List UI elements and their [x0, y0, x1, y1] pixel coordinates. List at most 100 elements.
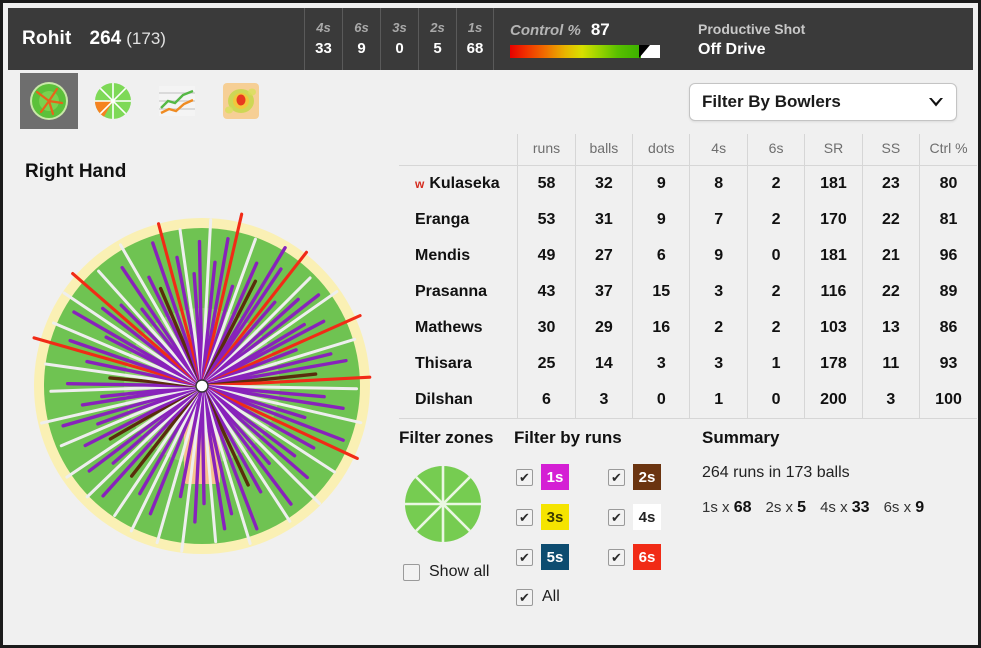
checkbox-2s[interactable]	[608, 468, 625, 486]
cell-sixes: 0	[746, 382, 805, 419]
stat-value: 68	[466, 39, 484, 57]
wicket-indicator: w	[415, 177, 425, 191]
tab-wagon-wheel[interactable]	[20, 73, 78, 129]
cell-sr: 181	[804, 238, 863, 274]
cell-ctrl: 89	[919, 274, 977, 310]
run-filter-2s[interactable]: 2s	[608, 464, 684, 490]
summary-item-value: 68	[733, 499, 752, 516]
bowler-name-cell: Dilshan	[399, 382, 518, 419]
checkbox-6s[interactable]	[608, 548, 625, 566]
table-row[interactable]: w Kulaseka 58 32 9 8 2 181 23 80	[399, 165, 977, 202]
summary-item-label: 1s x	[702, 499, 730, 516]
batsman-runs: 264	[89, 28, 122, 49]
batsman-balls: (173)	[126, 29, 166, 48]
filter-all-row[interactable]: All	[516, 588, 684, 606]
bowler-name-cell: Prasanna	[415, 283, 488, 300]
zone-pie-selector[interactable]	[403, 464, 514, 549]
batting-hand-label: Right Hand	[25, 161, 127, 182]
all-runs-label: All	[542, 588, 560, 605]
cell-ss: 22	[861, 274, 920, 310]
run-filter-6s[interactable]: 6s	[608, 544, 684, 570]
cell-ctrl: 86	[919, 310, 977, 346]
checkbox-3s[interactable]	[516, 508, 533, 526]
checkbox-5s[interactable]	[516, 548, 533, 566]
stat-label: 3s	[392, 19, 407, 35]
bowler-name-cell: Mathews	[415, 319, 483, 336]
cell-sixes: 2	[746, 274, 805, 310]
filter-zones-group: Filter zones Show all	[399, 428, 514, 643]
table-header-runs: runs	[517, 134, 576, 166]
stat-label: 2s	[430, 19, 445, 35]
cell-sixes: 0	[746, 238, 805, 274]
stat-value: 9	[357, 39, 366, 57]
stat-value: 0	[395, 39, 404, 57]
run-filter-5s[interactable]: 5s	[516, 544, 592, 570]
all-runs-checkbox[interactable]	[516, 588, 533, 606]
table-header-SS: SS	[861, 134, 920, 166]
table-row[interactable]: Mendis 49 27 6 9 0 181 21 96	[399, 238, 977, 274]
run-filter-4s[interactable]: 4s	[608, 504, 684, 530]
tab-heat-map[interactable]	[212, 73, 270, 129]
table-row[interactable]: Eranga 53 31 9 7 2 170 22 81	[399, 202, 977, 238]
cell-sixes: 1	[746, 346, 805, 382]
cell-sixes: 2	[746, 310, 805, 346]
filter-by-bowlers-dropdown[interactable]: Filter By Bowlers	[689, 83, 957, 121]
table-row[interactable]: Dilshan 6 3 0 1 0 200 3 100	[399, 382, 977, 419]
wagon-wheel-chart[interactable]	[17, 201, 387, 571]
cell-fours: 3	[689, 346, 748, 382]
stat-cell-1s: 1s 68	[456, 8, 494, 70]
cell-sr: 116	[804, 274, 863, 310]
checkbox-4s[interactable]	[608, 508, 625, 526]
checkbox-1s[interactable]	[516, 468, 533, 486]
control-label: Control %	[510, 22, 581, 39]
wagon-wheel-app: Rohit 264 (173) 4s 33 6s 9 3s 0 2s 5 1s 68 Contro…	[0, 0, 981, 648]
control-bar-fill	[510, 45, 641, 58]
table-row[interactable]: Prasanna 43 37 15 3 2 116 22 89	[399, 274, 977, 310]
bowler-stats-pane: runs balls dots 4s 6s SR SS Ctrl % w Kulaseka 58 3…	[399, 134, 977, 419]
table-row[interactable]: Thisara 25 14 3 3 1 178 11 93	[399, 346, 977, 382]
filter-by-runs-title: Filter by runs	[514, 428, 622, 447]
table-header-6s: 6s	[746, 134, 805, 166]
cell-ss: 11	[861, 346, 920, 382]
control-percentage-block: Control % 87	[494, 8, 674, 70]
show-all-checkbox[interactable]	[403, 563, 420, 581]
stat-label: 6s	[354, 19, 369, 35]
show-all-zones-row[interactable]: Show all	[403, 563, 514, 581]
cell-ctrl: 93	[919, 346, 977, 382]
cell-ss: 13	[861, 310, 920, 346]
cell-sr: 170	[804, 202, 863, 238]
filter-by-runs-group: Filter by runs 1s 2s 3s 4s 5s 6s All	[514, 428, 684, 643]
tab-line-graph[interactable]	[148, 73, 206, 129]
tab-zone-pie[interactable]	[84, 73, 142, 129]
cell-sr: 200	[804, 382, 863, 419]
cell-runs: 25	[517, 346, 576, 382]
run-chip-1s: 1s	[541, 464, 569, 490]
cell-fours: 3	[689, 274, 748, 310]
table-body: w Kulaseka 58 32 9 8 2 181 23 80 Eranga 53 31 9 7 2 170 2…	[399, 165, 977, 419]
cell-sr: 103	[804, 310, 863, 346]
heat-map-icon	[223, 83, 259, 119]
zone-pie-icon	[95, 83, 131, 119]
cell-balls: 27	[574, 238, 633, 274]
run-chip-6s: 6s	[633, 544, 661, 570]
productive-shot-block: Productive Shot Off Drive	[674, 8, 805, 70]
cell-ctrl: 96	[919, 238, 977, 274]
table-header-Ctrl %: Ctrl %	[919, 134, 977, 166]
cell-balls: 14	[574, 346, 633, 382]
table-row[interactable]: Mathews 30 29 16 2 2 103 13 86	[399, 310, 977, 346]
run-filter-3s[interactable]: 3s	[516, 504, 592, 530]
cell-fours: 9	[689, 238, 748, 274]
cell-balls: 32	[574, 165, 633, 202]
cell-balls: 37	[574, 274, 633, 310]
dropdown-selected-value: Filter By Bowlers	[702, 92, 841, 111]
summary-item: 4s x 33	[820, 499, 869, 516]
table-header-bowler	[399, 134, 518, 166]
cell-dots: 9	[632, 165, 690, 202]
run-filter-1s[interactable]: 1s	[516, 464, 592, 490]
cell-balls: 31	[574, 202, 633, 238]
cell-fours: 2	[689, 310, 748, 346]
zone-pie-icon	[405, 466, 481, 542]
wagon-wheel-svg	[32, 212, 372, 554]
table-header-dots: dots	[632, 134, 690, 166]
cell-dots: 6	[632, 238, 690, 274]
